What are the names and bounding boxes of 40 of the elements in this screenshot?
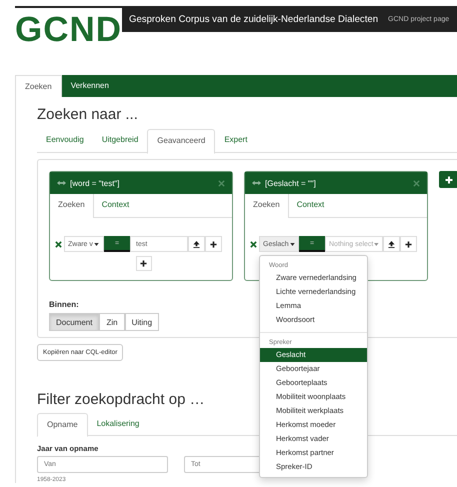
drag-arrows-icon[interactable] bbox=[57, 180, 66, 186]
plus-icon bbox=[405, 240, 412, 248]
upload-icon bbox=[193, 240, 200, 248]
filter-tab[interactable]: Opname bbox=[37, 413, 88, 437]
add-button[interactable] bbox=[136, 256, 152, 271]
upload-button[interactable] bbox=[383, 236, 400, 252]
caret-icon bbox=[290, 242, 295, 246]
search-tab[interactable]: Uitgebreid bbox=[92, 129, 148, 152]
search-tab[interactable]: Expert bbox=[215, 129, 256, 152]
scope-button[interactable]: Uiting bbox=[124, 313, 160, 331]
upload-button[interactable] bbox=[188, 236, 205, 252]
delete-icon[interactable] bbox=[55, 240, 62, 248]
caret-icon bbox=[374, 242, 379, 246]
section-heading: Filter zoekopdracht op … bbox=[37, 391, 205, 408]
drag-arrows-icon[interactable] bbox=[252, 180, 261, 186]
main-tab[interactable]: Verkennen bbox=[62, 75, 118, 97]
scope-button[interactable]: Zin bbox=[99, 313, 125, 331]
add-button[interactable] bbox=[205, 236, 222, 252]
plus-icon bbox=[444, 176, 452, 184]
card-tab[interactable]: Zoeken bbox=[245, 194, 289, 218]
search-tab[interactable]: Eenvoudig bbox=[37, 129, 93, 152]
query-title: [word = "test"] bbox=[70, 178, 120, 188]
caret-icon bbox=[94, 242, 99, 246]
filter-tab[interactable]: Lokalisering bbox=[88, 413, 148, 435]
section-heading: Zoeken naar ... bbox=[37, 105, 138, 123]
site-title: Gesproken Corpus van de zuidelijk-Nederlandse Dialecten bbox=[129, 14, 378, 25]
upload-icon bbox=[388, 240, 395, 248]
plus-icon bbox=[210, 240, 217, 248]
add-button[interactable] bbox=[439, 171, 457, 188]
delete-icon[interactable] bbox=[250, 240, 257, 248]
card-tab[interactable]: Zoeken bbox=[50, 194, 94, 218]
scope-button[interactable]: Document bbox=[49, 313, 100, 331]
card-tab[interactable]: Context bbox=[288, 194, 332, 217]
main-tab[interactable]: Zoeken bbox=[15, 75, 62, 97]
plus-icon bbox=[140, 260, 147, 267]
query-title: [Geslacht = ""] bbox=[265, 178, 317, 188]
add-button[interactable] bbox=[400, 236, 417, 252]
search-tab[interactable]: Geavanceerd bbox=[147, 129, 216, 154]
field-label: Binnen: bbox=[49, 300, 79, 309]
card-tab[interactable]: Context bbox=[94, 194, 138, 217]
